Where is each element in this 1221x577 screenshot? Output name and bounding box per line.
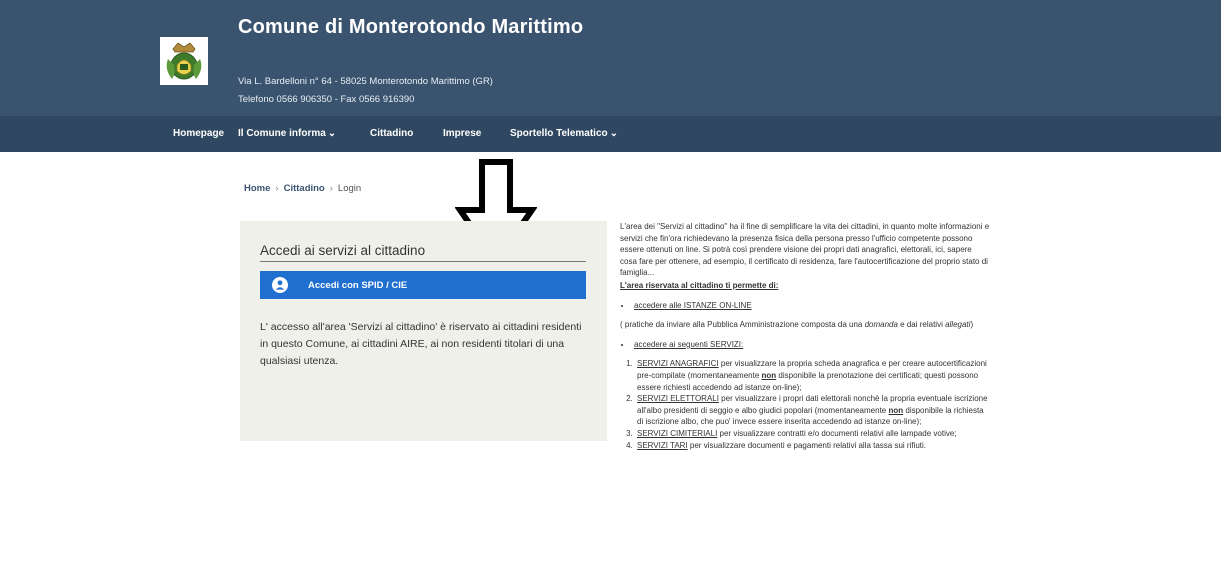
nav-sportello-telematico-label: Sportello Telematico xyxy=(510,128,608,139)
municipality-crest-logo[interactable] xyxy=(160,37,208,85)
pratiche-note: ( pratiche da inviare alla Pubblica Ammi… xyxy=(620,319,990,331)
emphasis-non: non xyxy=(761,370,777,380)
list-item: SERVIZI ELETTORALI per visualizzare i pr… xyxy=(635,393,990,428)
nav-il-comune-informa[interactable]: Il Comune informa ⌄ xyxy=(238,128,336,139)
list-item: accedere ai seguenti SERVIZI: xyxy=(632,339,990,351)
pratiche-text-c: ) xyxy=(970,320,974,330)
list-item: SERVIZI TARI per visualizzare documenti … xyxy=(635,440,990,452)
pratiche-domanda: domanda xyxy=(864,320,898,330)
pratiche-text-b: e dai relativi xyxy=(897,320,946,330)
item-text: per visualizzare documenti e pagamenti r… xyxy=(687,440,927,450)
servizi-elettorali-link[interactable]: SERVIZI ELETTORALI xyxy=(637,394,719,403)
breadcrumb-separator: › xyxy=(329,183,333,194)
phone-fax-text: Telefono 0566 906350 - Fax 0566 916390 xyxy=(238,94,415,105)
list-item: SERVIZI CIMITERIALI per visualizzare con… xyxy=(635,428,990,440)
spid-cie-login-button[interactable]: Accedi con SPID / CIE xyxy=(260,271,586,299)
login-card: Accedi ai servizi al cittadino Accedi co… xyxy=(240,221,607,441)
servizi-cimiteriali-link[interactable]: SERVIZI CIMITERIALI xyxy=(637,429,717,438)
intro-paragraph: L'area dei "Servizi al cittadino" ha il … xyxy=(620,222,990,278)
login-card-title: Accedi ai servizi al cittadino xyxy=(260,243,426,258)
chevron-down-icon: ⌄ xyxy=(327,128,337,139)
chevron-down-icon: ⌄ xyxy=(609,128,619,139)
servizi-anagrafici-link[interactable]: SERVIZI ANAGRAFICI xyxy=(637,359,719,368)
nav-il-comune-informa-label: Il Comune informa xyxy=(238,128,326,139)
servizi-link[interactable]: accedere ai seguenti SERVIZI: xyxy=(634,340,743,349)
nav-cittadino[interactable]: Cittadino xyxy=(370,128,413,139)
services-list: SERVIZI ANAGRAFICI per visualizzare la p… xyxy=(635,358,990,451)
user-icon xyxy=(272,277,288,293)
breadcrumb-home[interactable]: Home xyxy=(244,183,270,194)
crest-icon xyxy=(160,37,208,85)
access-list: accedere alle ISTANZE ON-LINE xyxy=(632,300,990,312)
nav-sportello-telematico[interactable]: Sportello Telematico ⌄ xyxy=(510,128,618,139)
servizi-tari-link[interactable]: SERVIZI TARI xyxy=(637,441,688,450)
access-description: L' accesso all'area 'Servizi al cittadin… xyxy=(260,321,582,367)
divider xyxy=(260,261,586,262)
site-header: Comune di Monterotondo Marittimo Via L. … xyxy=(0,0,1221,116)
breadcrumb-current: Login xyxy=(337,183,362,194)
services-access-list: accedere ai seguenti SERVIZI: xyxy=(632,339,990,351)
services-info: L'area dei "Servizi al cittadino" ha il … xyxy=(620,221,990,451)
nav-homepage-label: Homepage xyxy=(173,128,225,139)
list-item: SERVIZI ANAGRAFICI per visualizzare la p… xyxy=(635,358,990,393)
nav-imprese[interactable]: Imprese xyxy=(443,128,481,139)
main-navigation: Homepage Il Comune informa ⌄ Cittadino Im… xyxy=(0,116,1221,152)
spid-cie-login-label: Accedi con SPID / CIE xyxy=(308,279,408,291)
contact-info: Via L. Bardelloni n° 64 - 58025 Monterot… xyxy=(238,73,493,109)
reserved-area-heading: L'area riservata al cittadino ti permett… xyxy=(620,280,779,290)
nav-imprese-label: Imprese xyxy=(443,128,482,139)
address-text: Via L. Bardelloni n° 64 - 58025 Monterot… xyxy=(238,76,493,87)
emphasis-non: non xyxy=(888,405,904,415)
pratiche-text-a: ( pratiche da inviare alla Pubblica Ammi… xyxy=(620,320,865,330)
nav-cittadino-label: Cittadino xyxy=(370,128,414,139)
breadcrumb-cittadino[interactable]: Cittadino xyxy=(284,183,325,194)
list-item: accedere alle ISTANZE ON-LINE xyxy=(632,300,990,312)
pratiche-allegati: allegati xyxy=(945,320,971,330)
nav-homepage[interactable]: Homepage xyxy=(173,128,224,139)
site-title[interactable]: Comune di Monterotondo Marittimo xyxy=(238,16,583,39)
istanze-online-link[interactable]: accedere alle ISTANZE ON-LINE xyxy=(634,301,752,310)
breadcrumb-separator: › xyxy=(275,183,279,194)
breadcrumb: Home › Cittadino › Login xyxy=(244,183,361,194)
item-text: per visualizzare contratti e/o documenti… xyxy=(717,428,957,438)
